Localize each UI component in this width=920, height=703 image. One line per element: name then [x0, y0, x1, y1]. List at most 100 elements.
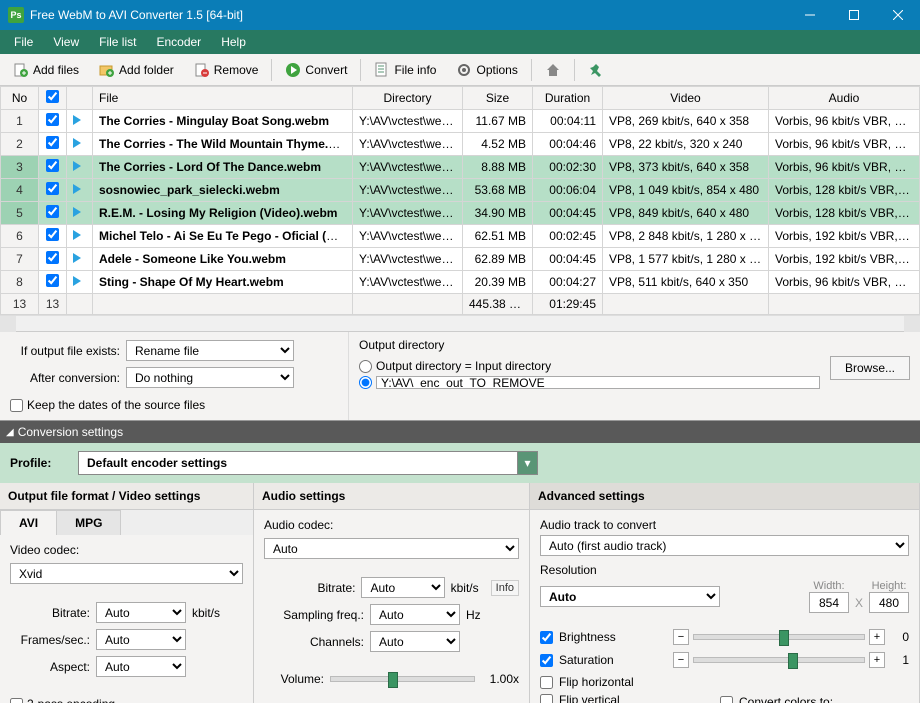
table-row[interactable]: 5R.E.M. - Losing My Religion (Video).web… — [1, 202, 920, 225]
video-codec-select[interactable]: Xvid — [10, 563, 243, 584]
resolution-select[interactable]: Auto — [540, 586, 720, 607]
settings-pane: Output file format / Video settings AVI … — [0, 483, 920, 703]
col-dir[interactable]: Directory — [353, 87, 463, 110]
tab-mpg[interactable]: MPG — [56, 510, 121, 535]
menu-file[interactable]: File — [4, 32, 43, 52]
row-no: 6 — [1, 225, 39, 248]
convert-colors-checkbox[interactable] — [720, 696, 733, 703]
row-checkbox[interactable] — [46, 136, 59, 149]
table-row[interactable]: 8Sting - Shape Of My Heart.webmY:\AV\vct… — [1, 271, 920, 294]
pin-button[interactable] — [579, 58, 613, 82]
minus-button[interactable]: − — [673, 629, 689, 645]
row-video: VP8, 373 kbit/s, 640 x 358 — [603, 156, 769, 179]
table-row[interactable]: 7Adele - Someone Like You.webmY:\AV\vcte… — [1, 248, 920, 271]
two-pass-checkbox[interactable] — [10, 698, 23, 703]
menu-encoder[interactable]: Encoder — [146, 32, 211, 52]
volume-slider[interactable] — [330, 676, 475, 682]
close-button[interactable] — [876, 0, 920, 30]
video-bitrate-select[interactable]: Auto — [96, 602, 186, 623]
tab-avi[interactable]: AVI — [0, 510, 57, 535]
profile-select[interactable]: Default encoder settings ▾ — [78, 451, 538, 475]
maximize-button[interactable] — [832, 0, 876, 30]
row-play-cell[interactable] — [67, 156, 93, 179]
row-checkbox[interactable] — [46, 182, 59, 195]
row-checkbox[interactable] — [46, 274, 59, 287]
row-play-cell[interactable] — [67, 110, 93, 133]
if-exists-select[interactable]: Rename file — [126, 340, 294, 361]
video-bitrate-label: Bitrate: — [10, 606, 90, 620]
table-row[interactable]: 1The Corries - Mingulay Boat Song.webmY:… — [1, 110, 920, 133]
audio-bitrate-label: Bitrate: — [264, 581, 355, 595]
plus-button[interactable]: + — [869, 629, 885, 645]
conversion-settings-header[interactable]: ◢ Conversion settings — [0, 421, 920, 443]
video-aspect-select[interactable]: Auto — [96, 656, 186, 677]
audio-channels-select[interactable]: Auto — [370, 631, 460, 652]
row-play-cell[interactable] — [67, 271, 93, 294]
row-size: 34.90 MB — [463, 202, 533, 225]
row-dur: 00:04:27 — [533, 271, 603, 294]
table-row[interactable]: 3The Corries - Lord Of The Dance.webmY:\… — [1, 156, 920, 179]
out-same-radio[interactable] — [359, 360, 372, 373]
row-play-cell[interactable] — [67, 225, 93, 248]
width-input[interactable] — [809, 592, 849, 613]
info-button[interactable]: Info — [491, 580, 519, 596]
flip-h-checkbox[interactable] — [540, 676, 553, 689]
browse-button[interactable]: Browse... — [830, 356, 910, 380]
row-checkbox[interactable] — [46, 159, 59, 172]
header-checkbox[interactable] — [46, 90, 59, 103]
row-play-cell[interactable] — [67, 248, 93, 271]
audio-codec-select[interactable]: Auto — [264, 538, 519, 559]
saturation-checkbox[interactable] — [540, 654, 553, 667]
col-audio[interactable]: Audio — [769, 87, 920, 110]
video-fps-select[interactable]: Auto — [96, 629, 186, 650]
minimize-button[interactable] — [788, 0, 832, 30]
col-no[interactable]: No — [1, 87, 39, 110]
keep-dates-checkbox[interactable] — [10, 399, 23, 412]
toolbar-separator — [271, 59, 272, 81]
row-checkbox[interactable] — [46, 205, 59, 218]
video-fps-label: Frames/sec.: — [10, 633, 90, 647]
add-files-button[interactable]: Add files — [4, 58, 88, 82]
row-play-cell[interactable] — [67, 179, 93, 202]
options-button[interactable]: Options — [447, 58, 526, 82]
menu-view[interactable]: View — [43, 32, 89, 52]
row-checkbox[interactable] — [46, 251, 59, 264]
col-dur[interactable]: Duration — [533, 87, 603, 110]
plus-button[interactable]: + — [869, 652, 885, 668]
horizontal-scrollbar[interactable] — [0, 315, 920, 331]
col-video[interactable]: Video — [603, 87, 769, 110]
row-audio: Vorbis, 96 kbit/s VBR, Chann — [769, 110, 920, 133]
audio-freq-select[interactable]: Auto — [370, 604, 460, 625]
file-info-button[interactable]: File info — [365, 58, 445, 82]
minus-button[interactable]: − — [673, 652, 689, 668]
out-path-input[interactable] — [376, 376, 820, 389]
row-play-cell[interactable] — [67, 202, 93, 225]
row-play-cell[interactable] — [67, 133, 93, 156]
brightness-slider[interactable] — [693, 634, 865, 640]
height-input[interactable] — [869, 592, 909, 613]
row-check-cell — [39, 225, 67, 248]
row-checkbox[interactable] — [46, 228, 59, 241]
table-row[interactable]: 4sosnowiec_park_sielecki.webmY:\AV\vctes… — [1, 179, 920, 202]
table-row[interactable]: 6Michel Telo - Ai Se Eu Te Pego - Oficia… — [1, 225, 920, 248]
menu-filelist[interactable]: File list — [89, 32, 146, 52]
home-button[interactable] — [536, 58, 570, 82]
flip-v-checkbox[interactable] — [540, 694, 553, 703]
menu-help[interactable]: Help — [211, 32, 256, 52]
audio-bitrate-select[interactable]: Auto — [361, 577, 444, 598]
saturation-slider[interactable] — [693, 657, 865, 663]
brightness-checkbox[interactable] — [540, 631, 553, 644]
col-check[interactable] — [39, 87, 67, 110]
add-folder-button[interactable]: Add folder — [90, 58, 183, 82]
audio-track-select[interactable]: Auto (first audio track) — [540, 535, 909, 556]
table-row[interactable]: 2The Corries - The Wild Mountain Thyme.w… — [1, 133, 920, 156]
row-checkbox[interactable] — [46, 113, 59, 126]
after-conversion-select[interactable]: Do nothing — [126, 367, 294, 388]
col-size[interactable]: Size — [463, 87, 533, 110]
col-file[interactable]: File — [93, 87, 353, 110]
convert-button[interactable]: Convert — [276, 58, 356, 82]
remove-button[interactable]: Remove — [185, 58, 268, 82]
out-path-radio[interactable] — [359, 376, 372, 389]
col-play[interactable] — [67, 87, 93, 110]
flip-h-label: Flip horizontal — [559, 675, 634, 689]
